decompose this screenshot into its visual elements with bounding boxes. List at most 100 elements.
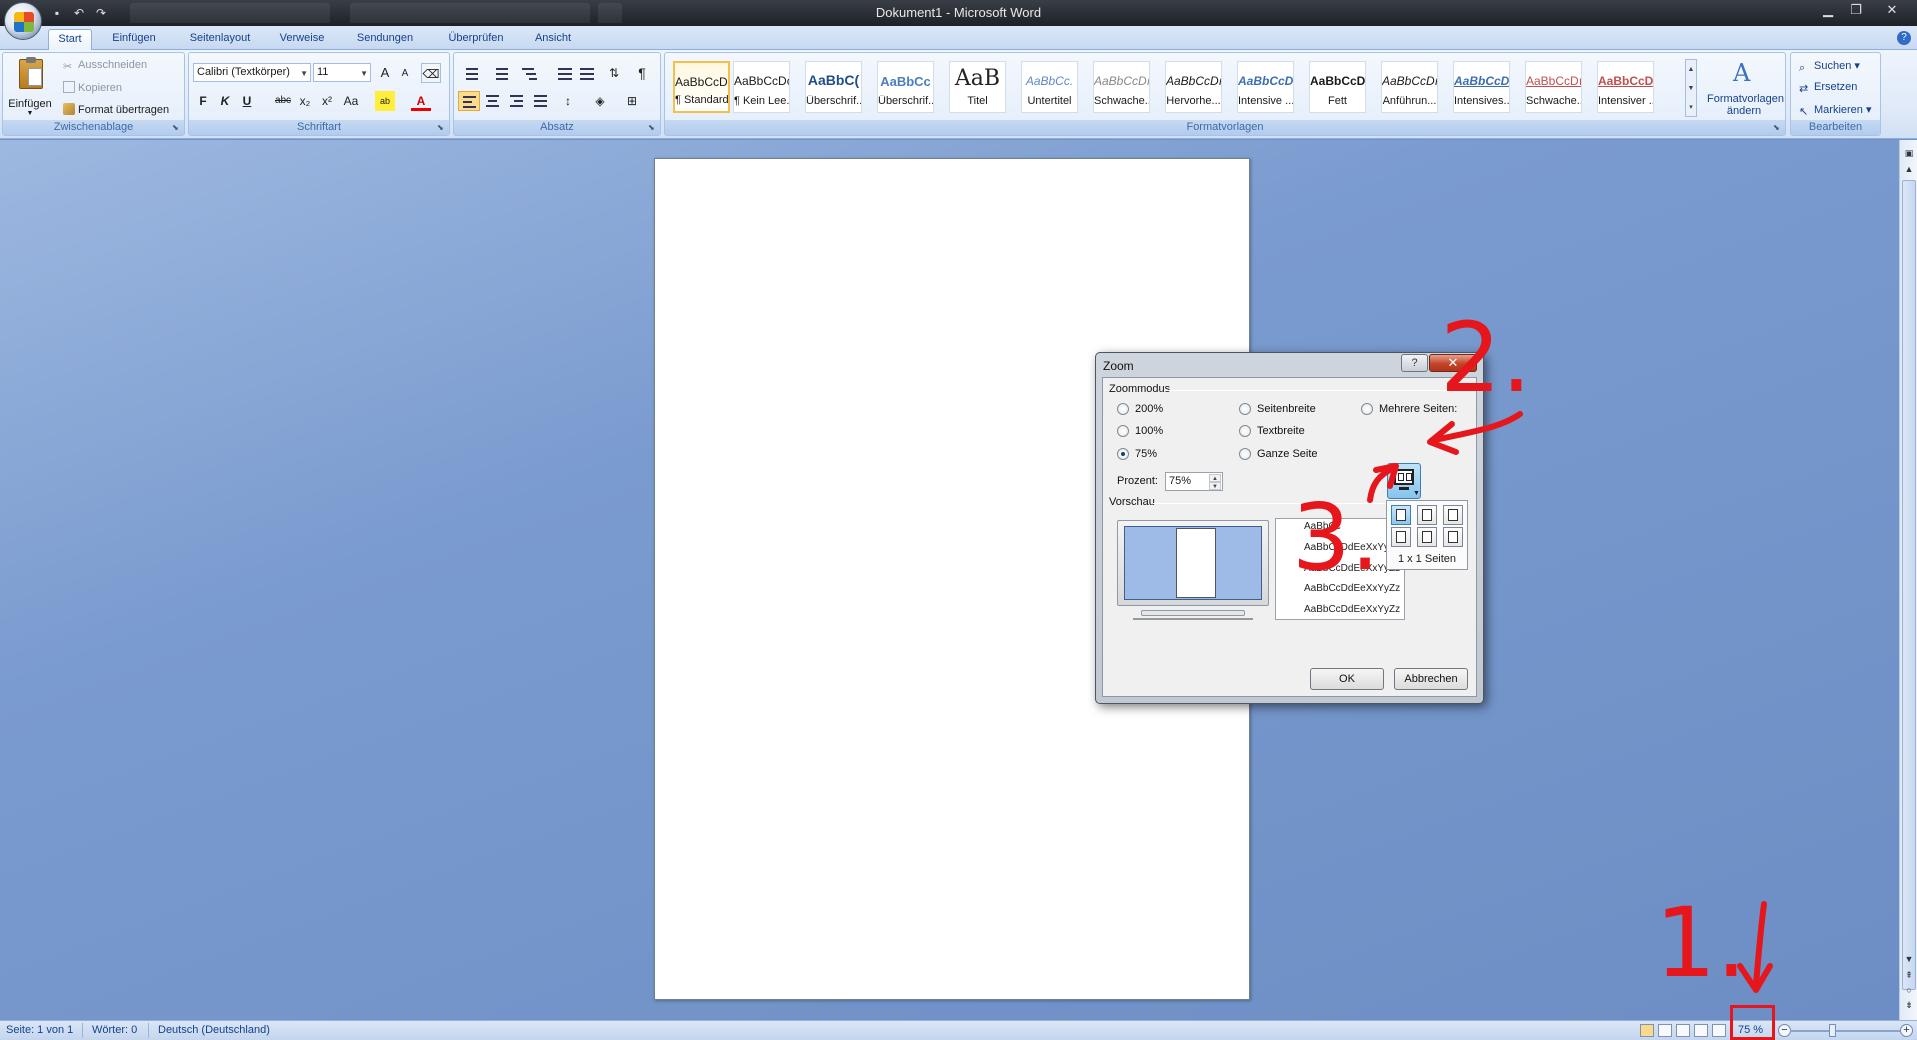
save-icon[interactable]: ▪	[48, 4, 66, 22]
radio-page-width[interactable]	[1239, 403, 1251, 415]
font-color-button[interactable]: A	[411, 91, 431, 111]
line-spacing-icon[interactable]: ↕	[558, 91, 578, 111]
dialog-help-button[interactable]: ?	[1401, 354, 1428, 372]
clear-format-icon[interactable]: ⌫	[421, 63, 441, 83]
outline-view-icon[interactable]	[1694, 1024, 1708, 1037]
pages-grid-cell[interactable]	[1443, 527, 1463, 547]
style-tile[interactable]: AaBbCcDc ¶ Standard	[673, 61, 730, 113]
align-left-icon[interactable]	[458, 91, 480, 111]
zoom-in-button[interactable]: +	[1900, 1024, 1913, 1037]
cut-button[interactable]: ✂ Ausschneiden	[63, 59, 147, 73]
spin-up-icon[interactable]: ▲	[1209, 474, 1221, 482]
radio-200[interactable]	[1117, 403, 1129, 415]
web-layout-icon[interactable]	[1676, 1024, 1690, 1037]
language-indicator[interactable]: Deutsch (Deutschland)	[158, 1024, 270, 1036]
dialog-launcher-icon[interactable]: ⬊	[648, 123, 658, 133]
copy-button[interactable]: Kopieren	[63, 81, 122, 94]
redo-icon[interactable]: ↷	[92, 4, 110, 22]
scroll-down-icon[interactable]: ▼	[1902, 952, 1916, 966]
style-tile[interactable]: AaBbCcDı Anführun...	[1381, 61, 1438, 113]
pages-grid-cell[interactable]	[1391, 505, 1411, 525]
option-whole-page-label[interactable]: Ganze Seite	[1257, 448, 1318, 460]
style-tile[interactable]: AaBbCcDı Schwache...	[1093, 61, 1150, 113]
bullets-icon[interactable]	[458, 63, 480, 83]
style-tile[interactable]: AaBbCc. Untertitel	[1021, 61, 1078, 113]
style-tile[interactable]: AaBbCcDı Intensive ...	[1237, 61, 1294, 113]
pages-grid-cell[interactable]	[1417, 505, 1437, 525]
option-text-width-label[interactable]: Textbreite	[1257, 425, 1305, 437]
style-tile[interactable]: AaBbCcDı Fett	[1309, 61, 1366, 113]
multilevel-list-icon[interactable]	[518, 63, 540, 83]
paste-button[interactable]: Einfügen ▼	[7, 56, 53, 120]
full-screen-reading-icon[interactable]	[1658, 1024, 1672, 1037]
word-count[interactable]: Wörter: 0	[92, 1024, 137, 1036]
page-count[interactable]: Seite: 1 von 1	[6, 1024, 73, 1036]
tab-ansicht[interactable]: Ansicht	[528, 29, 578, 50]
grow-font-button[interactable]: A	[375, 63, 395, 83]
vertical-scrollbar[interactable]: ▣ ▲ ▼ ⇞ ○ ⇟	[1899, 140, 1917, 1020]
zoom-slider-track[interactable]	[1790, 1030, 1900, 1032]
find-button[interactable]: ⌕ Suchen ▾	[1799, 59, 1860, 74]
font-size-combo[interactable]: 11 ▼	[313, 63, 371, 82]
many-pages-button[interactable]: ▼	[1387, 463, 1421, 499]
align-right-icon[interactable]	[506, 91, 528, 111]
radio-75[interactable]	[1117, 448, 1129, 460]
borders-icon[interactable]: ⊞	[622, 91, 642, 111]
radio-100[interactable]	[1117, 425, 1129, 437]
style-tile[interactable]: AaBbCcDı Hervorhe...	[1165, 61, 1222, 113]
option-100-label[interactable]: 100%	[1135, 425, 1163, 437]
radio-many-pages[interactable]	[1361, 403, 1373, 415]
shrink-font-button[interactable]: A	[395, 64, 415, 84]
tab-ueberpruefen[interactable]: Überprüfen	[436, 29, 516, 50]
option-page-width-label[interactable]: Seitenbreite	[1257, 403, 1316, 415]
radio-text-width[interactable]	[1239, 425, 1251, 437]
font-name-combo[interactable]: Calibri (Textkörper) ▼	[193, 63, 311, 82]
justify-icon[interactable]	[530, 91, 552, 111]
style-tile[interactable]: AaBbCc Überschrif...	[877, 61, 934, 113]
radio-whole-page[interactable]	[1239, 448, 1251, 460]
change-case-button[interactable]: Aa	[341, 91, 361, 111]
scroll-up-icon[interactable]: ▲	[1902, 162, 1916, 176]
tab-seitenlayout[interactable]: Seitenlayout	[180, 29, 260, 50]
tab-einfuegen[interactable]: Einfügen	[104, 29, 164, 50]
numbering-icon[interactable]	[488, 63, 510, 83]
next-page-icon[interactable]: ⇟	[1902, 998, 1916, 1012]
previous-page-icon[interactable]: ⇞	[1902, 968, 1916, 982]
undo-icon[interactable]: ↶	[70, 4, 88, 22]
maximize-icon[interactable]: ❐	[1843, 1, 1869, 21]
style-tile[interactable]: AaBbCcDı Intensiver ...	[1597, 61, 1654, 113]
select-button[interactable]: ↖ Markieren ▾	[1799, 103, 1871, 118]
tab-verweise[interactable]: Verweise	[274, 29, 330, 50]
sort-icon[interactable]: ⇅	[604, 63, 624, 83]
tab-sendungen[interactable]: Sendungen	[347, 29, 423, 50]
option-200-label[interactable]: 200%	[1135, 403, 1163, 415]
format-painter-button[interactable]: Format übertragen	[63, 103, 169, 116]
style-tile[interactable]: AaBbCcDc ¶ Kein Lee...	[733, 61, 790, 113]
dialog-launcher-icon[interactable]: ⬊	[1773, 123, 1783, 133]
pages-grid-cell[interactable]	[1443, 505, 1463, 525]
percent-input[interactable]: 75% ▲ ▼	[1165, 472, 1223, 491]
tab-start[interactable]: Start	[48, 29, 92, 50]
bold-button[interactable]: F	[193, 91, 213, 111]
minimize-icon[interactable]: ▁	[1815, 1, 1841, 21]
dialog-launcher-icon[interactable]: ⬊	[437, 123, 447, 133]
replace-button[interactable]: ⇄ Ersetzen	[1799, 81, 1857, 95]
superscript-button[interactable]: x²	[317, 91, 337, 111]
dialog-launcher-icon[interactable]: ⬊	[172, 123, 182, 133]
scroll-thumb[interactable]	[1902, 180, 1916, 990]
spin-down-icon[interactable]: ▼	[1209, 482, 1221, 490]
ruler-toggle-icon[interactable]: ▣	[1902, 146, 1916, 160]
ok-button[interactable]: OK	[1310, 668, 1384, 690]
style-tile[interactable]: AaBbCcDı Intensives...	[1453, 61, 1510, 113]
italic-button[interactable]: K	[215, 91, 235, 111]
align-center-icon[interactable]	[482, 91, 504, 111]
subscript-button[interactable]: x₂	[295, 91, 315, 111]
pilcrow-button[interactable]: ¶	[632, 63, 652, 83]
print-layout-icon[interactable]	[1640, 1024, 1654, 1037]
style-tile[interactable]: AaBbCcDı Schwache...	[1525, 61, 1582, 113]
browse-object-icon[interactable]: ○	[1902, 983, 1916, 997]
close-icon[interactable]: ✕	[1870, 1, 1914, 21]
increase-indent-icon[interactable]	[576, 63, 598, 83]
help-icon[interactable]: ?	[1897, 31, 1911, 45]
highlighter-icon[interactable]: ab	[375, 91, 395, 111]
